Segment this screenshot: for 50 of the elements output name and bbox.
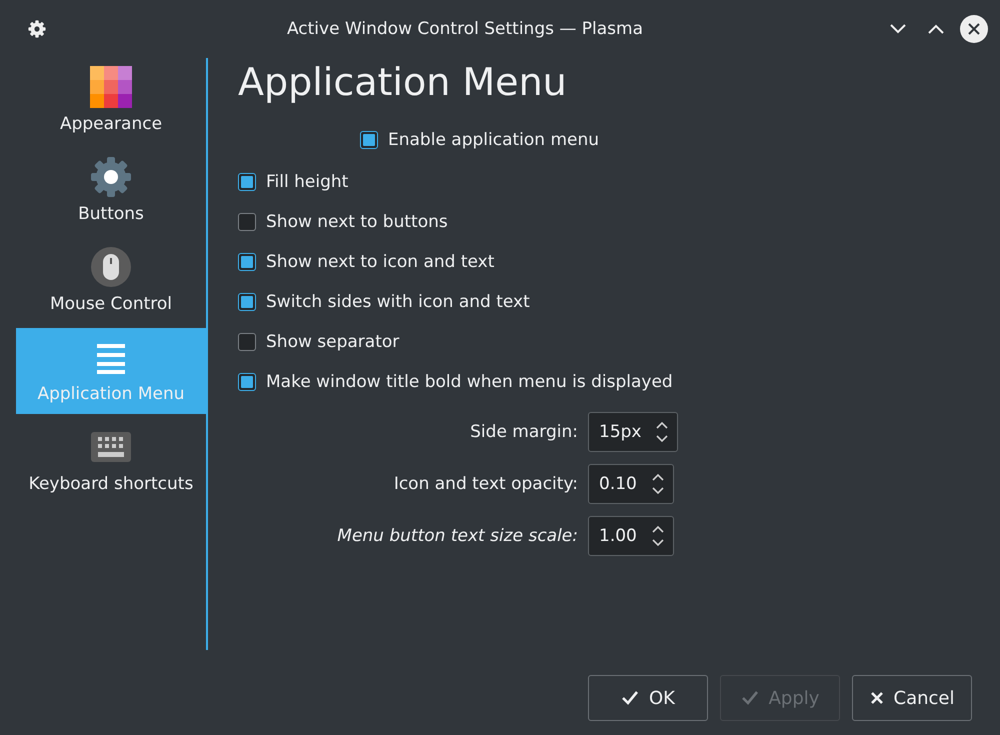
checkbox[interactable] <box>238 213 256 231</box>
sidebar-item-label: Keyboard shortcuts <box>28 474 194 494</box>
checkbox-label: Switch sides with icon and text <box>266 292 530 312</box>
gear-icon[interactable] <box>28 20 46 38</box>
up-down-arrows-icon <box>655 419 670 445</box>
checkbox-label: Make window title bold when menu is displayed <box>266 372 673 392</box>
dialog-button[interactable]: OK <box>588 675 708 721</box>
sidebar-item-label: Appearance <box>60 114 162 134</box>
sidebar-item-label: Buttons <box>78 204 144 224</box>
field-label: Menu button text size scale: <box>337 526 578 546</box>
up-down-arrows-icon <box>650 471 665 497</box>
checkbox[interactable] <box>238 293 256 311</box>
close-icon <box>967 22 981 36</box>
checkbox[interactable] <box>238 173 256 191</box>
checkbox[interactable] <box>238 333 256 351</box>
sidebar-item-label: Application Menu <box>37 384 185 404</box>
check-icon <box>740 690 759 706</box>
checkbox-label: Enable application menu <box>388 130 600 150</box>
checkbox-label: Fill height <box>266 172 348 192</box>
checkbox[interactable] <box>238 253 256 271</box>
dialog-button[interactable]: Cancel <box>852 675 972 721</box>
checkbox[interactable] <box>360 131 378 149</box>
sidebar-item[interactable]: Mouse Control <box>16 238 206 324</box>
spin-box-value: 15px <box>599 422 642 442</box>
field-label: Side margin: <box>470 422 578 442</box>
checkbox-label: Show next to icon and text <box>266 252 494 272</box>
spin-box[interactable]: 0.10 <box>588 464 674 504</box>
spin-box-value: 0.10 <box>599 474 637 494</box>
check-icon <box>621 690 639 706</box>
field-label: Icon and text opacity: <box>394 474 578 494</box>
spin-box[interactable]: 1.00 <box>588 516 674 556</box>
checkbox-label: Show separator <box>266 332 400 352</box>
gear-icon <box>90 156 132 198</box>
window-title: Active Window Control Settings — Plasma <box>286 19 644 39</box>
checkbox[interactable] <box>238 373 256 391</box>
chevron-down-icon <box>889 23 907 35</box>
sidebar-item-label: Mouse Control <box>50 294 172 314</box>
mouse-icon <box>90 246 132 288</box>
checkbox-label: Show next to buttons <box>266 212 448 232</box>
color-grid-icon <box>90 66 132 108</box>
chevron-up-icon <box>927 23 945 35</box>
sidebar-item[interactable]: Buttons <box>16 148 206 234</box>
sidebar-item[interactable]: Appearance <box>16 58 206 144</box>
spin-box[interactable]: 15px <box>588 412 678 452</box>
spin-box-value: 1.00 <box>599 526 637 546</box>
page-heading: Application Menu <box>238 60 568 104</box>
sidebar-item[interactable]: Keyboard shortcuts <box>16 418 206 504</box>
close-icon <box>870 691 884 705</box>
close-button[interactable] <box>960 15 988 43</box>
up-down-arrows-icon <box>650 523 665 549</box>
